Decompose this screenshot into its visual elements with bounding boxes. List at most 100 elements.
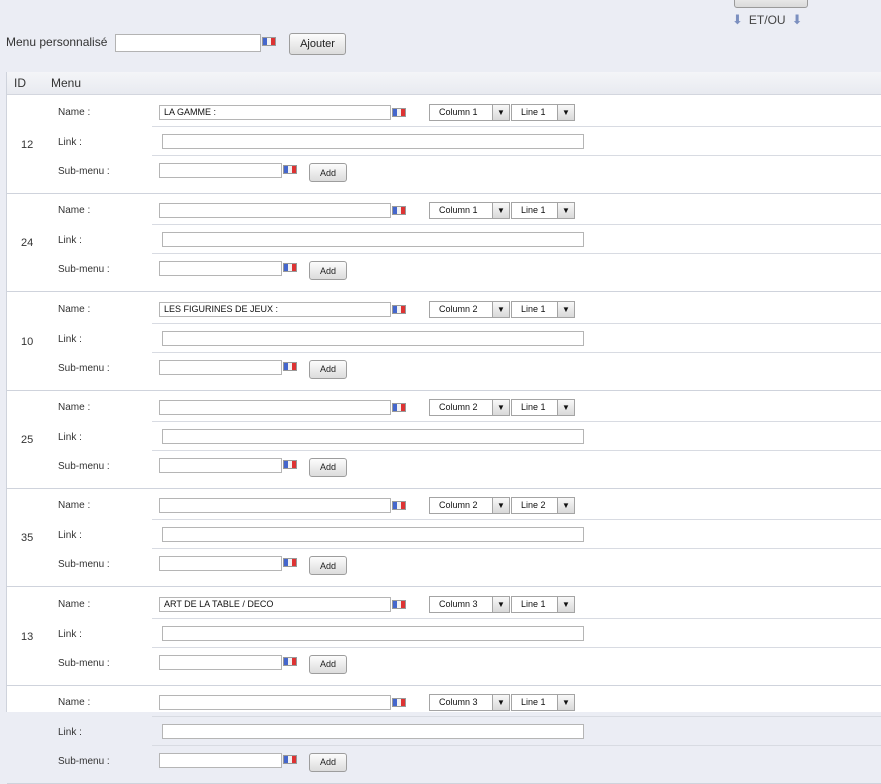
language-flag-icon[interactable] [283,361,297,371]
row-id: 13 [21,630,34,643]
column-select[interactable]: Column 2 ▼ [429,398,510,416]
row-divider [152,548,881,550]
link-label: Link : [58,137,82,148]
line-select[interactable]: Line 1 ▼ [511,300,575,318]
line-select-value: Line 1 [521,107,546,117]
submenu-input[interactable] [159,752,282,768]
menu-row: 25 Name : Column 2 ▼ Line 1 ▼ Link : Sub-m… [7,390,881,489]
add-submenu-button[interactable]: Add [309,457,347,477]
language-flag-icon[interactable] [392,108,406,117]
name-input[interactable] [159,498,391,514]
language-flag-icon[interactable] [392,206,406,216]
language-flag-icon[interactable] [283,754,297,764]
line-select-value: Line 1 [521,303,546,314]
add-submenu-button[interactable]: Add [309,163,347,182]
submenu-label: Sub-menu : [58,264,110,276]
arrow-down-icon: ⬇ [732,12,743,27]
add-submenu-button[interactable]: Add [309,556,347,576]
line-select[interactable]: Line 2 ▼ [511,497,575,515]
column-select[interactable]: Column 1 ▼ [429,104,510,121]
line-select-value: Line 1 [521,598,546,609]
language-flag-icon[interactable] [283,263,297,273]
row-divider [152,617,881,619]
row-id: 10 [21,335,34,348]
column-select[interactable]: Column 2 ▼ [429,300,510,318]
name-label: Name : [58,500,91,512]
name-input[interactable]: LA GAMME : [159,105,391,120]
language-flag-icon[interactable] [283,459,297,469]
link-input[interactable] [162,527,584,543]
column-select[interactable]: Column 3 ▼ [429,595,510,613]
row-id: 35 [21,532,34,545]
line-select[interactable]: Line 1 ▼ [511,202,575,220]
custom-menu-input[interactable] [115,34,261,52]
line-select[interactable]: Line 1 ▼ [511,398,575,416]
language-flag-icon[interactable] [392,304,406,314]
language-flag-icon[interactable] [392,697,406,707]
row-divider [152,715,881,717]
name-input[interactable] [159,203,391,219]
name-input[interactable] [159,399,391,415]
language-flag-icon[interactable] [283,656,297,666]
add-submenu-button[interactable]: Add [309,654,347,674]
column-select[interactable]: Column 1 ▼ [429,202,510,220]
chevron-down-icon: ▼ [557,399,574,415]
link-label: Link : [58,235,82,247]
menu-row: 10 Name : LES FIGURINES DE JEUX : Column… [7,292,881,391]
column-select-value: Column 3 [439,696,478,707]
submenu-input[interactable] [159,163,282,178]
line-select[interactable]: Line 1 ▼ [511,595,575,613]
language-flag-icon[interactable] [392,599,406,609]
link-input[interactable] [162,232,584,248]
column-header-id: ID [14,76,26,90]
link-input[interactable] [162,134,584,149]
menu-row: 24 Name : Column 1 ▼ Line 1 ▼ Link : Sub-m… [7,193,881,293]
language-flag-icon[interactable] [262,37,276,46]
line-select-value: Line 1 [521,401,546,412]
line-select[interactable]: Line 1 ▼ [511,104,575,121]
column-select[interactable]: Column 3 ▼ [429,693,510,711]
link-input[interactable] [162,428,584,444]
add-submenu-button[interactable]: Add [309,359,347,379]
add-submenu-button[interactable]: Add [309,261,347,281]
language-flag-icon[interactable] [283,558,297,568]
chevron-down-icon: ▼ [492,105,509,120]
add-custom-menu-button[interactable]: Ajouter [289,33,346,55]
row-divider [152,126,881,127]
name-input[interactable]: ART DE LA TABLE / DECO [159,596,391,612]
name-label: Name : [58,696,91,708]
row-divider [152,253,881,255]
link-input[interactable] [162,330,584,346]
name-input[interactable] [159,694,391,710]
row-divider [152,322,881,324]
submenu-input[interactable] [159,261,282,277]
submenu-label: Sub-menu : [58,362,110,374]
add-submenu-button[interactable]: Add [309,752,347,772]
submenu-input[interactable] [159,457,282,473]
link-input[interactable] [162,625,584,641]
column-select[interactable]: Column 2 ▼ [429,497,510,515]
line-select[interactable]: Line 1 ▼ [511,693,575,711]
top-button[interactable] [734,0,808,8]
language-flag-icon[interactable] [392,402,406,412]
submenu-input[interactable] [159,654,282,670]
and-or-label: ET/OU [748,13,786,27]
link-label: Link : [58,726,82,738]
menu-row: 13 Name : ART DE LA TABLE / DECO Column … [7,587,881,686]
chevron-down-icon: ▼ [492,301,509,317]
link-input[interactable] [162,723,584,739]
chevron-down-icon: ▼ [557,203,574,219]
language-flag-icon[interactable] [283,165,297,174]
language-flag-icon[interactable] [392,501,406,511]
and-or-connector: ⬇ ET/OU ⬇ [732,12,808,28]
submenu-label: Sub-menu : [58,657,110,669]
row-id: 12 [21,139,34,151]
name-label: Name : [58,205,91,217]
submenu-input[interactable] [159,556,282,572]
submenu-input[interactable] [159,359,282,375]
name-input[interactable]: LES FIGURINES DE JEUX : [159,301,391,317]
chevron-down-icon: ▼ [557,301,574,317]
name-label: Name : [58,107,91,118]
submenu-label: Sub-menu : [58,755,110,767]
submenu-label: Sub-menu : [58,460,110,472]
